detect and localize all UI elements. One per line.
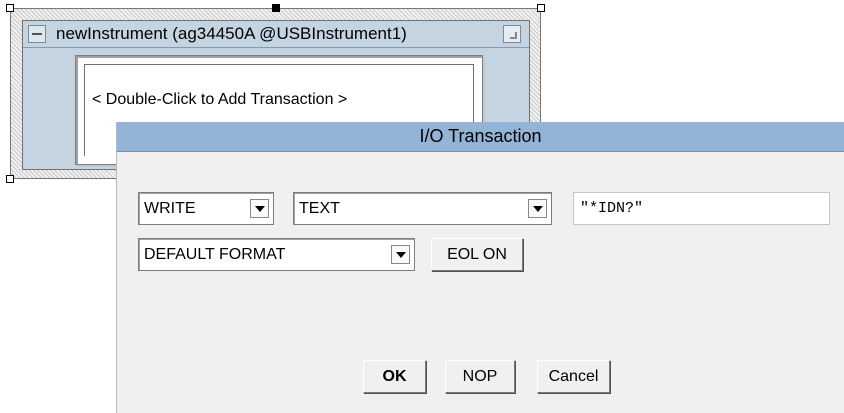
type-select[interactable]: TEXT [293, 192, 552, 225]
resize-handle-top-right[interactable] [537, 4, 545, 12]
dialog-title: I/O Transaction [419, 126, 542, 146]
resize-handle-bottom-left[interactable] [6, 175, 14, 183]
cancel-button[interactable]: Cancel [537, 360, 610, 393]
eol-button[interactable]: EOL ON [431, 238, 523, 271]
resize-handle-top-center[interactable] [272, 4, 280, 12]
action-select[interactable]: WRITE [138, 192, 274, 225]
command-input-value: "*IDN?" [580, 200, 644, 217]
instrument-titlebar[interactable]: newInstrument (ag34450A @USBInstrument1) [23, 21, 529, 48]
resize-handle-top-left[interactable] [6, 4, 14, 12]
minimize-icon[interactable] [28, 25, 46, 43]
chevron-down-icon[interactable] [391, 245, 410, 264]
format-select[interactable]: DEFAULT FORMAT [138, 238, 415, 271]
io-transaction-dialog: I/O Transaction WRITE TEXT "*IDN?" DEFAU… [116, 122, 844, 413]
nop-button[interactable]: NOP [445, 360, 515, 393]
instrument-title: newInstrument (ag34450A @USBInstrument1) [56, 24, 407, 43]
add-transaction-hint[interactable]: < Double-Click to Add Transaction > [92, 91, 347, 109]
chevron-down-icon[interactable] [250, 199, 269, 218]
dialog-titlebar[interactable]: I/O Transaction [117, 122, 844, 152]
action-select-value: WRITE [144, 200, 196, 217]
ok-button[interactable]: OK [363, 360, 426, 393]
chevron-down-icon[interactable] [528, 199, 547, 218]
format-select-value: DEFAULT FORMAT [144, 246, 286, 263]
command-input[interactable]: "*IDN?" [573, 192, 830, 225]
type-select-value: TEXT [299, 200, 340, 217]
restore-icon[interactable] [503, 25, 521, 43]
